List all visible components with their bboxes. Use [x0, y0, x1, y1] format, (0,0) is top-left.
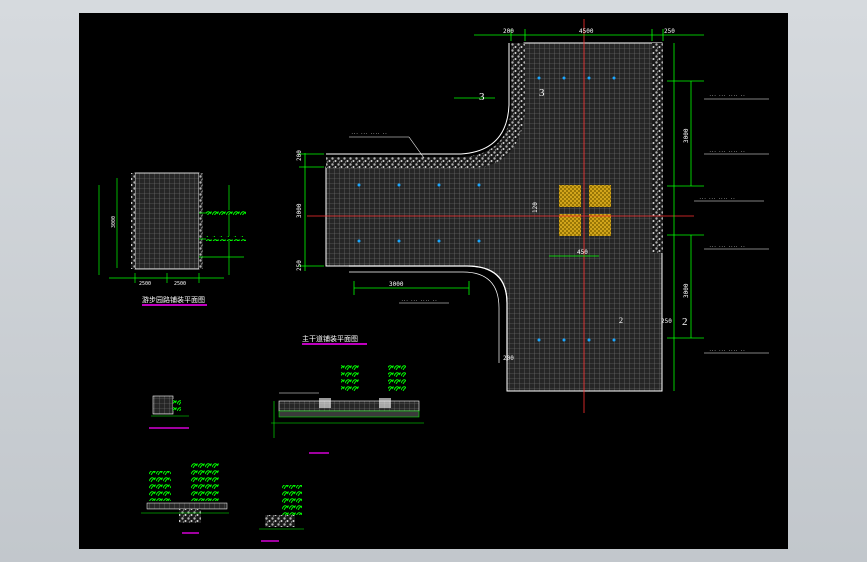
section-detail-small-1 — [149, 395, 189, 429]
small-dim-height: 3000 — [111, 216, 117, 228]
section-detail-small-3 — [259, 485, 304, 542]
title-small-plan: 游步园路铺装平面图 — [142, 295, 205, 304]
note-right-5: ... ... .... .. — [709, 347, 745, 352]
dim-right-upper: 3000 — [683, 128, 690, 143]
main-plan: ... ... .... .. ... ... .... .. ... ... … — [296, 19, 769, 413]
gold-paver-2 — [589, 185, 611, 207]
section-details: 主干道铺装平面图 — [141, 334, 424, 542]
note-right-4: ... ... .... .. — [709, 243, 745, 248]
curb-curve-bottom — [349, 265, 508, 361]
dim-center: 450 — [577, 249, 588, 256]
note-bottom: ... ... .... .. — [401, 297, 437, 302]
section-mark-2b: 2 — [619, 316, 623, 325]
drawing-canvas[interactable]: ... ... .... .. ... ... .... .. ... ... … — [79, 13, 788, 549]
main-paving — [325, 42, 663, 392]
section-mark-3b: 3 — [539, 87, 545, 99]
dim-top-mid: 4500 — [579, 28, 594, 35]
note-right-3: ... ... .... .. — [699, 195, 735, 200]
dim-top-left: 200 — [503, 28, 514, 35]
title-main-plan: 主干道铺装平面图 — [302, 334, 358, 343]
dim-right-stub: 250 — [661, 318, 672, 325]
dim-center-small: 120 — [532, 202, 539, 213]
dim-bottom-stem: 200 — [503, 355, 514, 362]
dim-left-mid: 3000 — [296, 203, 303, 218]
section-detail-large — [271, 363, 424, 454]
note-right-1: ... ... .... .. — [709, 92, 745, 97]
note-top-left: ... ... .... .. — [351, 130, 387, 135]
section-mark-3: 3 — [479, 91, 485, 103]
dim-left-top: 200 — [296, 150, 303, 161]
small-plan: 2500 2500 3000 游步园路铺装平面图 — [98, 172, 246, 306]
gold-paver-1 — [559, 185, 581, 207]
gold-paver-3 — [559, 214, 581, 236]
cad-drawing: ... ... .... .. ... ... .... .. ... ... … — [98, 19, 769, 542]
dim-top-right: 250 — [664, 28, 675, 35]
cad-viewport-frame: ... ... .... .. ... ... .... .. ... ... … — [0, 0, 867, 562]
gravel-border-right — [652, 43, 663, 253]
small-dim-right: 2500 — [174, 281, 186, 287]
section-mark-2: 2 — [682, 316, 688, 328]
small-dim-left: 2500 — [139, 281, 151, 287]
gold-paver-4 — [589, 214, 611, 236]
small-paving — [134, 172, 200, 270]
dim-bottom-branch: 3000 — [389, 281, 404, 288]
gravel-border-top-curve — [326, 43, 525, 168]
dim-left-bottom: 250 — [296, 260, 303, 271]
section-detail-small-2 — [141, 463, 229, 534]
note-right-2: ... ... .... .. — [709, 148, 745, 153]
dim-right-lower: 3000 — [683, 283, 690, 298]
